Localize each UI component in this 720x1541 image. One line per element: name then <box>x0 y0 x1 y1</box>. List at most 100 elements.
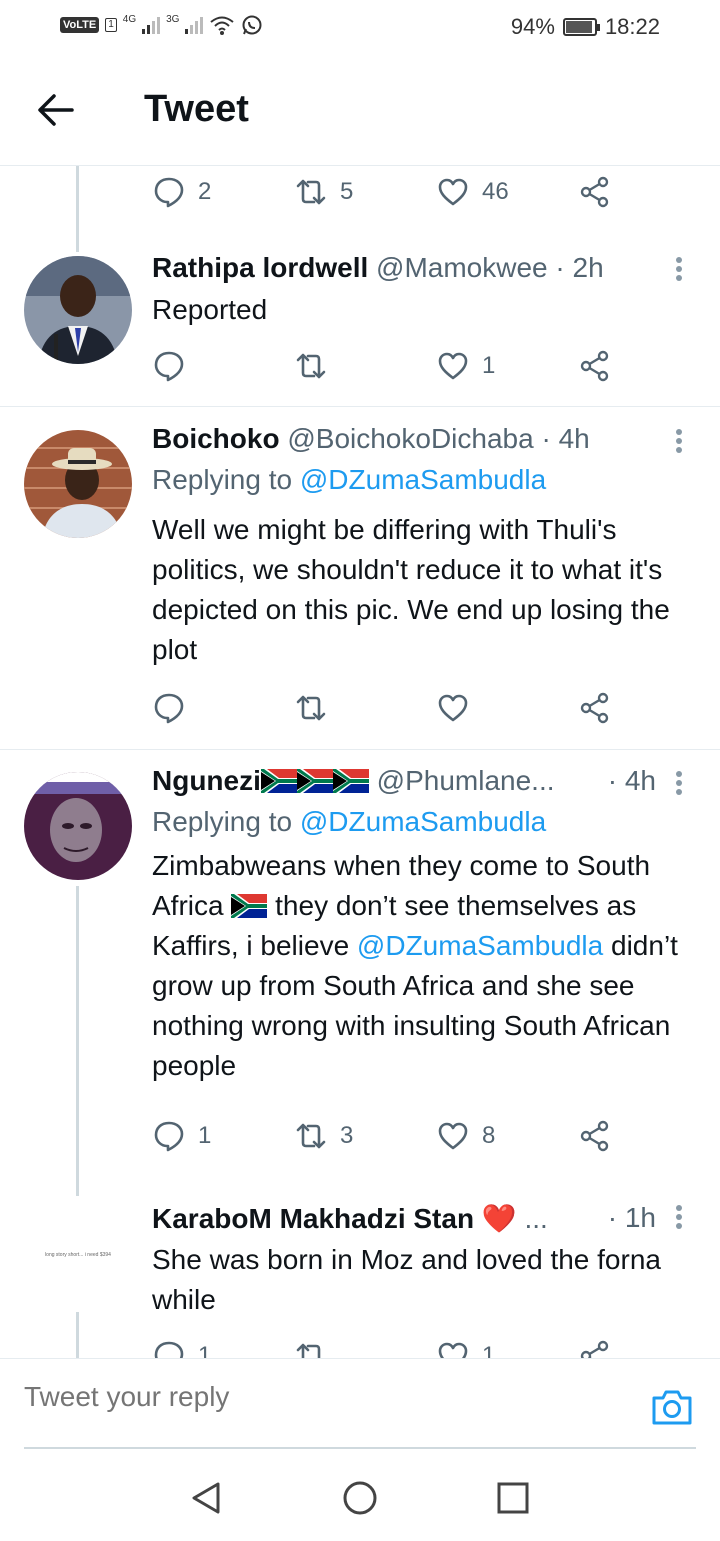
share-button[interactable] <box>578 688 612 728</box>
reply-button[interactable]: 1 <box>152 1336 211 1358</box>
tweet-rathipa[interactable]: Rathipa lordwell @Mamokwee · 2h Reported… <box>0 236 720 407</box>
reply-to-link[interactable]: @DZumaSambudla <box>300 806 546 837</box>
heart-icon <box>438 1342 468 1358</box>
share-icon <box>580 1340 609 1358</box>
retweet-button[interactable] <box>294 346 340 386</box>
share-button[interactable] <box>578 172 612 212</box>
tweet-actions: 1 <box>152 346 622 386</box>
heart-icon <box>438 352 468 380</box>
reply-icon <box>154 1121 184 1152</box>
signal-bars-2-icon <box>185 16 204 34</box>
south-africa-flag-icon <box>332 769 369 793</box>
south-africa-flag-icon <box>296 769 333 793</box>
more-options-button[interactable] <box>672 254 686 290</box>
tweet-actions: 1 3 8 <box>152 1116 622 1156</box>
battery-icon <box>562 18 600 36</box>
more-options-button[interactable] <box>672 768 686 804</box>
like-button[interactable]: 46 <box>436 172 509 212</box>
reply-button[interactable] <box>152 688 198 728</box>
share-button[interactable] <box>578 1336 612 1358</box>
volte-badge: VoLTE <box>60 17 100 33</box>
nav-recents-icon[interactable] <box>495 1480 531 1516</box>
avatar-image <box>24 430 132 538</box>
app-header: Tweet <box>0 56 720 166</box>
status-right: 94% 18:22 <box>511 14 660 40</box>
tweet-time: · 1h <box>607 1202 656 1233</box>
avatar-image <box>24 256 132 364</box>
avatar[interactable] <box>24 430 132 538</box>
share-button[interactable] <box>578 346 612 386</box>
tweet-feed[interactable]: 2 5 46 Rathipa lordwell @Mamokwee · 2h R… <box>0 166 720 1358</box>
reply-button[interactable]: 2 <box>152 172 211 212</box>
nav-home-icon[interactable] <box>342 1480 378 1516</box>
mention-link[interactable]: @DZumaSambudla <box>357 930 603 961</box>
parent-tweet-actions: 2 5 46 <box>152 172 622 212</box>
tweet-text: She was born in Moz and loved the forna … <box>152 1244 661 1315</box>
retweet-button[interactable] <box>294 1336 340 1358</box>
heart-icon <box>438 178 468 206</box>
retweet-icon <box>296 695 326 721</box>
display-name[interactable]: Rathipa lordwell <box>152 252 368 283</box>
sim-number: 1 <box>105 18 117 32</box>
back-arrow-icon[interactable] <box>36 92 76 128</box>
retweet-icon <box>296 1343 321 1358</box>
name-ellipsis: ... <box>524 1203 548 1234</box>
like-button[interactable]: 8 <box>436 1116 495 1156</box>
reply-icon <box>154 1341 184 1358</box>
tweet-actions: 1 1 <box>152 1336 622 1358</box>
reply-input[interactable] <box>24 1381 624 1413</box>
retweet-icon <box>296 1123 326 1149</box>
reply-count: 1 <box>198 1122 212 1149</box>
reply-underline <box>24 1447 696 1449</box>
display-name[interactable]: Ngunezi <box>152 765 261 796</box>
handle-and-time: @Mamokwee · 2h <box>376 252 604 283</box>
south-africa-flag-icon <box>260 769 297 793</box>
like-count: 1 <box>482 1342 496 1358</box>
tweet-karabom[interactable]: long story short... i need $394 KaraboM … <box>0 1196 720 1358</box>
share-icon <box>580 692 609 724</box>
tweet-text: Reported <box>152 294 268 325</box>
like-button[interactable]: 1 <box>436 1336 495 1358</box>
clock: 18:22 <box>604 14 660 39</box>
retweet-count: 3 <box>340 1122 354 1149</box>
avatar-image <box>24 772 132 880</box>
network-type-1: 4G <box>122 13 137 25</box>
display-name[interactable]: KaraboM Makhadzi Stan <box>152 1203 474 1234</box>
tweet-header: Boichoko @BoichokoDichaba · 4h <box>152 423 650 455</box>
reply-button[interactable]: 1 <box>152 1116 211 1156</box>
reply-button[interactable] <box>152 346 198 386</box>
reply-to-link[interactable]: @DZumaSambudla <box>300 464 546 495</box>
display-name[interactable]: Boichoko <box>152 423 280 454</box>
like-button[interactable] <box>436 688 482 728</box>
tweet-actions <box>152 688 622 728</box>
retweet-button[interactable]: 5 <box>294 172 353 212</box>
more-options-button[interactable] <box>672 426 686 462</box>
tweet-time: · 4h <box>607 765 656 796</box>
avatar[interactable] <box>24 772 132 880</box>
tweet-text: Zimbabweans when they come to South Afri… <box>152 846 700 1086</box>
nav-back-icon[interactable] <box>188 1480 224 1516</box>
retweet-icon <box>296 353 326 379</box>
like-count: 46 <box>482 178 509 205</box>
tweet-boichoko[interactable]: Boichoko @BoichokoDichaba · 4h Replying … <box>0 408 720 750</box>
avatar[interactable]: long story short... i need $394 <box>24 1202 132 1310</box>
reply-icon <box>154 177 184 208</box>
retweet-button[interactable] <box>294 688 340 728</box>
camera-icon[interactable] <box>650 1387 694 1427</box>
status-left: VoLTE 1 4G 3G <box>60 14 263 36</box>
share-button[interactable] <box>578 1116 612 1156</box>
avatar[interactable] <box>24 256 132 364</box>
avatar-caption: long story short... i need $394 <box>45 1252 111 1258</box>
reply-composer <box>0 1358 720 1450</box>
like-button[interactable]: 1 <box>436 346 495 386</box>
system-nav-bar <box>0 1450 720 1541</box>
signal-bars-1-icon <box>142 16 161 34</box>
network-type-2: 3G <box>166 13 180 25</box>
replying-to-label: Replying to <box>152 806 300 837</box>
share-icon <box>580 176 609 208</box>
like-count: 1 <box>482 352 496 379</box>
heart-icon <box>438 1122 468 1150</box>
tweet-header: Rathipa lordwell @Mamokwee · 2h <box>152 252 650 284</box>
more-options-button[interactable] <box>672 1202 686 1238</box>
retweet-button[interactable]: 3 <box>294 1116 353 1156</box>
